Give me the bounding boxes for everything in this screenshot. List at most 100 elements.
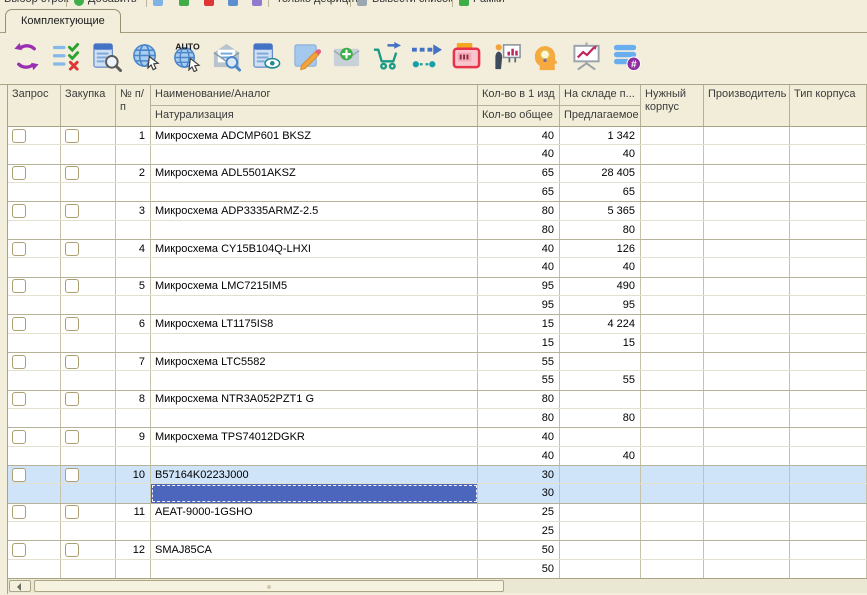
purchase-checkbox[interactable] [65,468,79,482]
table-row[interactable]: 12 SMAJ85CA 50 50 [8,541,867,579]
mail-add-icon[interactable] [331,41,362,72]
naturalization-cell[interactable] [151,409,478,427]
component-name-cell[interactable]: SMAJ85CA [151,541,478,558]
col-header-qty[interactable]: Кол-во в 1 изд Кол-во общее [478,85,560,126]
naturalization-cell[interactable] [151,296,478,314]
case-needed-cell[interactable] [641,541,704,558]
case-type-cell[interactable] [790,466,867,483]
stock-cell[interactable] [560,353,641,370]
stock-cell[interactable] [560,391,641,408]
case-type-cell[interactable] [790,391,867,408]
horizontal-scrollbar[interactable] [8,578,867,593]
save-icon[interactable] [228,0,238,6]
route-icon[interactable] [411,41,442,72]
case-type-cell[interactable] [790,541,867,558]
offered-cell[interactable]: 80 [560,409,641,427]
stock-cell[interactable]: 126 [560,240,641,257]
case-type-cell[interactable] [790,353,867,370]
table-row[interactable]: 6 Микросхема LT1175IS8 15 4 224 15 [8,315,867,353]
case-needed-cell[interactable] [641,127,704,144]
table-row[interactable]: 11 AEAT-9000-1GSHO 25 25 [8,504,867,542]
case-needed-cell[interactable] [641,315,704,332]
qty-total-cell[interactable]: 15 [478,334,560,352]
stock-cell[interactable]: 28 405 [560,165,641,182]
component-name-cell[interactable]: Микросхема ADP3335ARMZ-2.5 [151,202,478,219]
col-header-request[interactable]: Запрос [8,85,61,126]
manufacturer-cell[interactable] [704,541,790,558]
component-name-cell[interactable]: Микросхема TPS74012DGKR [151,428,478,445]
qty-total-cell[interactable]: 50 [478,560,560,578]
add-icon[interactable] [74,0,84,6]
purchase-checkbox[interactable] [65,279,79,293]
select-rows-button[interactable]: Выбор строк [4,0,68,6]
request-checkbox[interactable] [12,129,26,143]
cash-register-icon[interactable] [451,41,482,72]
request-checkbox[interactable] [12,505,26,519]
database-number-icon[interactable]: # [611,41,642,72]
qty-per-unit-cell[interactable]: 80 [478,202,560,219]
table-row[interactable]: 9 Микросхема TPS74012DGKR 40 40 [8,428,867,466]
col-header-name[interactable]: Наименование/Аналог Натурализация [151,85,478,126]
table-row[interactable]: 3 Микросхема ADP3335ARMZ-2.5 80 5 365 8 [8,202,867,240]
scrollbar-thumb[interactable] [34,580,504,592]
col-header-num[interactable]: № п/п [116,85,151,126]
component-name-cell[interactable]: Микросхема NTR3A052PZT1 G [151,391,478,408]
qty-per-unit-cell[interactable]: 15 [478,315,560,332]
manufacturer-cell[interactable] [704,466,790,483]
naturalization-cell[interactable] [151,183,478,201]
purchase-checkbox[interactable] [65,392,79,406]
purchase-checkbox[interactable] [65,543,79,557]
table-row[interactable]: 5 Микросхема LMC7215IM5 95 490 95 [8,278,867,316]
naturalization-cell[interactable] [151,145,478,163]
qty-per-unit-cell[interactable]: 80 [478,391,560,408]
table-row[interactable]: 8 Микросхема NTR3A052PZT1 G 80 80 [8,391,867,429]
qty-total-cell[interactable]: 40 [478,145,560,163]
purchase-checkbox[interactable] [65,355,79,369]
col-header-qty-bottom[interactable]: Кол-во общее [478,106,559,126]
purchase-checkbox[interactable] [65,242,79,256]
offered-cell[interactable] [560,560,641,578]
request-checkbox[interactable] [12,279,26,293]
offered-cell[interactable] [560,522,641,540]
request-checkbox[interactable] [12,166,26,180]
component-name-cell[interactable]: Микросхема ADL5501AKSZ [151,165,478,182]
stock-cell[interactable]: 490 [560,278,641,295]
manufacturer-cell[interactable] [704,391,790,408]
table-row[interactable]: 1 Микросхема ADCMP601 BKSZ 40 1 342 40 [8,127,867,165]
case-type-cell[interactable] [790,202,867,219]
offered-cell[interactable]: 65 [560,183,641,201]
purchase-checkbox[interactable] [65,430,79,444]
col-header-stock[interactable]: На складе п... Предлагаемое [560,85,641,126]
request-checkbox[interactable] [12,355,26,369]
case-needed-cell[interactable] [641,391,704,408]
case-type-cell[interactable] [790,428,867,445]
component-name-cell[interactable]: AEAT-9000-1GSHO [151,504,478,521]
qty-total-cell[interactable]: 30 [478,484,560,502]
naturalization-cell[interactable] [151,484,478,502]
purchase-checkbox[interactable] [65,505,79,519]
request-checkbox[interactable] [12,242,26,256]
offered-cell[interactable]: 40 [560,447,641,465]
offered-cell[interactable]: 80 [560,221,641,239]
component-name-cell[interactable]: Микросхема CY15B104Q-LHXI [151,240,478,257]
only-deficit-button[interactable]: Только дефицит [276,0,359,6]
qty-total-cell[interactable]: 40 [478,447,560,465]
component-name-cell[interactable]: Микросхема LT1175IS8 [151,315,478,332]
case-type-cell[interactable] [790,278,867,295]
stock-cell[interactable] [560,466,641,483]
manufacturer-cell[interactable] [704,240,790,257]
mail-search-icon[interactable] [211,41,242,72]
manufacturer-cell[interactable] [704,353,790,370]
offered-cell[interactable]: 40 [560,145,641,163]
case-type-cell[interactable] [790,240,867,257]
note-edit-icon[interactable] [291,41,322,72]
manufacturer-cell[interactable] [704,165,790,182]
stock-cell[interactable]: 4 224 [560,315,641,332]
offered-cell[interactable]: 55 [560,371,641,389]
component-name-cell[interactable]: Микросхема ADCMP601 BKSZ [151,127,478,144]
col-header-case-needed[interactable]: Нужный корпус [641,85,704,126]
component-name-cell[interactable]: Микросхема LTC5582 [151,353,478,370]
manufacturer-cell[interactable] [704,315,790,332]
qty-per-unit-cell[interactable]: 55 [478,353,560,370]
case-needed-cell[interactable] [641,466,704,483]
